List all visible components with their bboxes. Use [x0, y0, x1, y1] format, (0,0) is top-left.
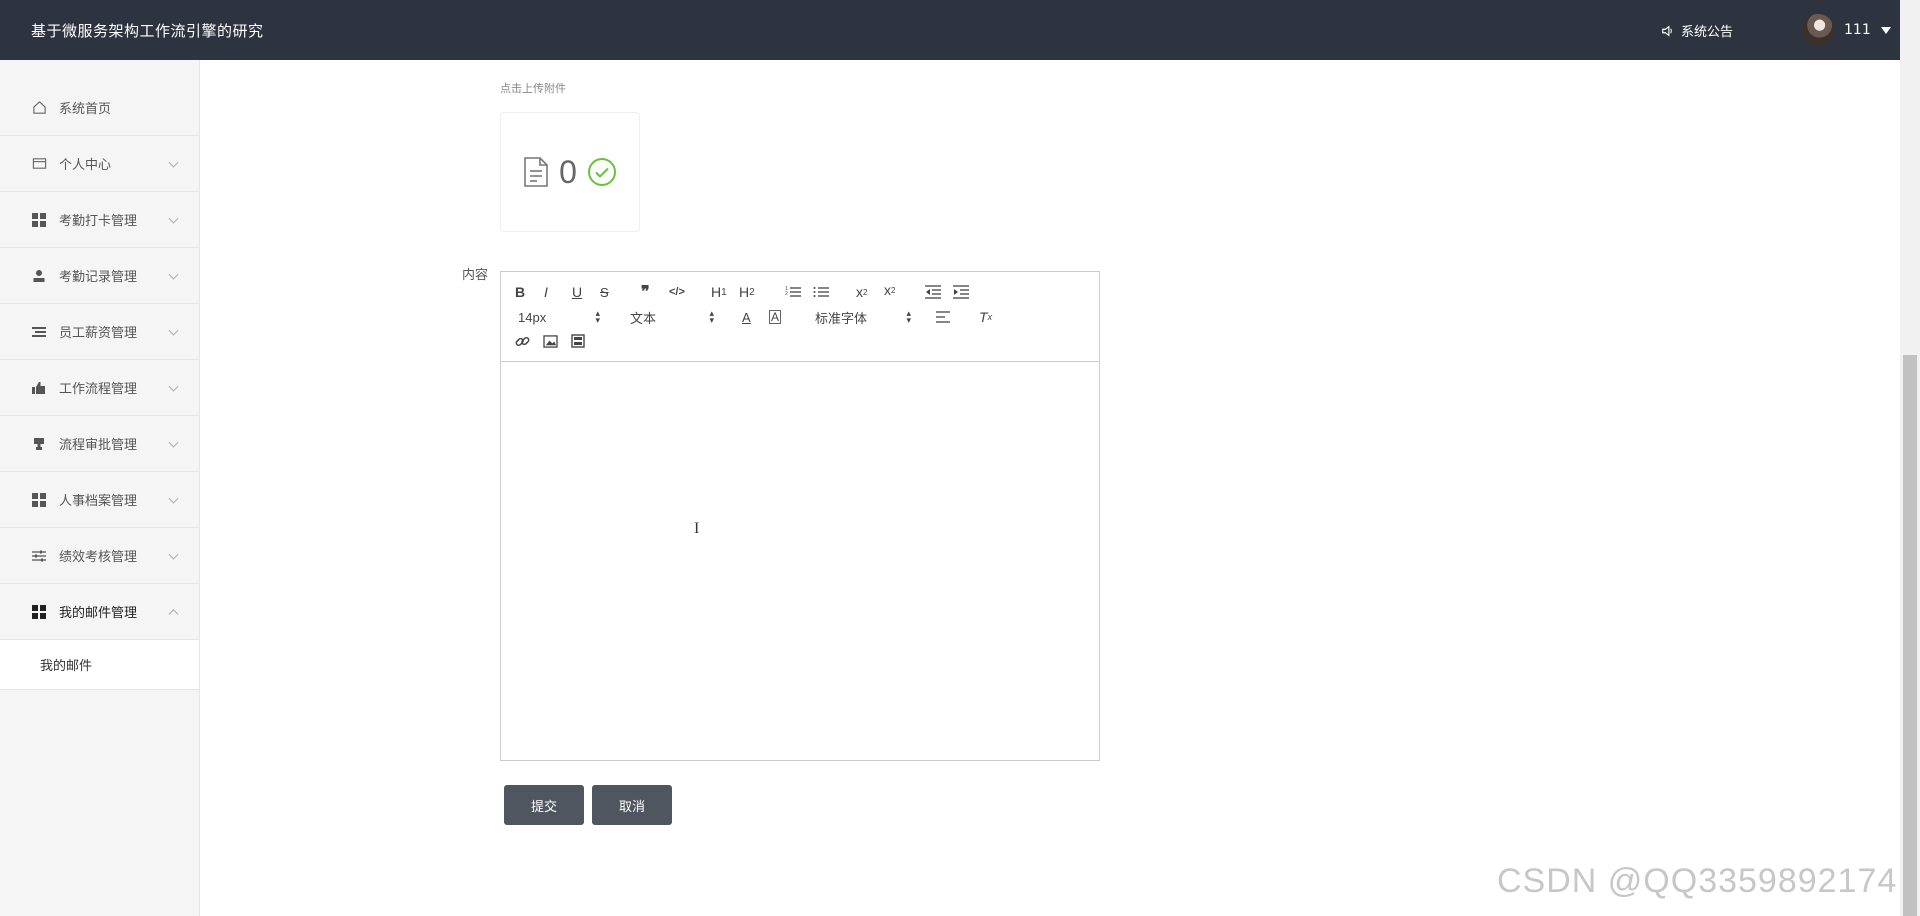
notice-label: 系统公告 [1681, 25, 1734, 40]
bold-icon[interactable]: B [515, 282, 525, 302]
submit-button[interactable]: 提交 [504, 785, 584, 825]
scrollbar[interactable] [1900, 0, 1920, 916]
sidebar-item-label: 个人中心 [59, 158, 112, 173]
chevron-down-icon [168, 157, 179, 168]
underline-icon[interactable]: U [572, 282, 582, 302]
sidebar-item-label: 人事档案管理 [59, 494, 138, 509]
username: 111 [1844, 22, 1871, 38]
editor-toolbar: B I U S ❞ </> H1 H2 12 x2 x2 14px ▴ ▾ 文本 ▴ ▾… [501, 272, 1099, 362]
sidebar-item-label: 流程审批管理 [59, 438, 138, 453]
indent-icon[interactable] [953, 282, 969, 302]
sidebar-item-attendance-checkin[interactable]: 考勤打卡管理 [0, 192, 199, 248]
text-type-value: 文本 [630, 310, 657, 326]
cancel-button[interactable]: 取消 [592, 785, 672, 825]
content-label: 内容 [462, 268, 489, 283]
align-left-icon[interactable] [936, 307, 952, 327]
sidebar-item-salary[interactable]: 员工薪资管理 [0, 304, 199, 360]
sidebar-item-label: 我的邮件管理 [59, 606, 138, 621]
link-icon[interactable] [515, 331, 530, 351]
chevron-down-icon [168, 381, 179, 392]
user-menu[interactable]: 111 [1802, 14, 1891, 46]
subscript-icon[interactable]: x2 [856, 282, 867, 302]
sidebar-item-personal-center[interactable]: 个人中心 [0, 136, 199, 192]
select-arrows-icon: ▴ ▾ [709, 308, 714, 325]
scrollbar-thumb[interactable] [1903, 355, 1917, 916]
sidebar-item-label: 员工薪资管理 [59, 326, 138, 341]
grid-icon [31, 212, 47, 228]
sidebar-item-performance[interactable]: 绩效考核管理 [0, 528, 199, 584]
chevron-up-icon [168, 608, 179, 619]
clear-format-icon[interactable]: Tx [979, 307, 992, 327]
background-color-icon[interactable]: A [769, 310, 782, 324]
sidebar-item-hr-records[interactable]: 人事档案管理 [0, 472, 199, 528]
chevron-down-icon [168, 493, 179, 504]
thumb-icon [31, 380, 47, 396]
sliders-icon [31, 548, 47, 564]
svg-text:2: 2 [785, 291, 788, 297]
sidebar: 系统首页 个人中心 考勤打卡管理 考勤记录管理 员工薪资管理 工作流程管理 流程… [0, 60, 200, 916]
select-arrows-icon: ▴ ▾ [595, 308, 600, 325]
code-block-icon[interactable]: </> [669, 282, 685, 302]
chevron-down-icon [168, 269, 179, 280]
sidebar-item-label: 考勤打卡管理 [59, 214, 138, 229]
sidebar-item-attendance-records[interactable]: 考勤记录管理 [0, 248, 199, 304]
watermark: CSDN @QQ3359892174 [1497, 862, 1898, 900]
sidebar-item-workflow[interactable]: 工作流程管理 [0, 360, 199, 416]
sidebar-item-label: 考勤记录管理 [59, 270, 138, 285]
stamp-icon [31, 436, 47, 452]
select-arrows-icon: ▴ ▾ [906, 308, 911, 325]
font-family-value: 标准字体 [815, 310, 868, 326]
blockquote-icon[interactable]: ❞ [641, 282, 650, 302]
text-cursor-icon: I [694, 520, 700, 537]
strikethrough-icon[interactable]: S [600, 282, 609, 302]
heading1-icon[interactable]: H1 [711, 282, 727, 302]
superscript-icon[interactable]: x2 [884, 280, 895, 300]
chevron-down-icon [168, 549, 179, 560]
person-icon [31, 268, 47, 284]
sidebar-item-home[interactable]: 系统首页 [0, 60, 199, 136]
font-size-select[interactable]: 14px ▴ ▾ [518, 307, 600, 327]
list-icon [31, 324, 47, 340]
sidebar-item-label: 工作流程管理 [59, 382, 138, 397]
top-header: 基于微服务架构工作流引擎的研究 系统公告 111 [0, 0, 1900, 60]
card-icon [31, 156, 47, 172]
attachment-count: 0 [559, 153, 577, 190]
chevron-down-icon [168, 437, 179, 448]
home-icon [31, 100, 47, 116]
attachment-upload[interactable]: 0 [500, 112, 640, 232]
app-title: 基于微服务架构工作流引擎的研究 [31, 22, 264, 40]
video-icon[interactable] [571, 331, 585, 351]
sidebar-item-my-mail[interactable]: 我的邮件管理 [0, 584, 199, 640]
heading2-icon[interactable]: H2 [739, 282, 755, 302]
grid-icon [31, 492, 47, 508]
chevron-down-icon [168, 325, 179, 336]
caret-down-icon[interactable] [1880, 26, 1891, 34]
outdent-icon[interactable] [925, 282, 941, 302]
upload-tip: 点击上传附件 [500, 82, 566, 95]
image-icon[interactable] [543, 331, 558, 351]
check-circle-icon [587, 158, 616, 186]
italic-icon[interactable]: I [544, 282, 548, 302]
speaker-icon [1662, 24, 1672, 37]
document-icon [524, 157, 548, 187]
editor-content-area[interactable]: I [501, 362, 1099, 760]
sidebar-item-approval[interactable]: 流程审批管理 [0, 416, 199, 472]
sidebar-subitem-my-mail[interactable]: 我的邮件 [0, 640, 199, 690]
text-type-select[interactable]: 文本 ▴ ▾ [630, 307, 714, 327]
avatar[interactable] [1802, 14, 1834, 46]
sidebar-item-label: 系统首页 [59, 102, 112, 117]
rich-text-editor: B I U S ❞ </> H1 H2 12 x2 x2 14px ▴ ▾ 文本 ▴ ▾… [500, 271, 1100, 761]
grid-icon [31, 604, 47, 620]
font-size-value: 14px [518, 309, 547, 325]
font-color-icon[interactable]: A [742, 307, 751, 327]
ordered-list-icon[interactable]: 12 [785, 282, 801, 302]
system-notice-link[interactable]: 系统公告 [1661, 21, 1733, 40]
bullet-list-icon[interactable] [813, 282, 829, 302]
chevron-down-icon [168, 213, 179, 224]
sidebar-item-label: 绩效考核管理 [59, 550, 138, 565]
font-family-select[interactable]: 标准字体 ▴ ▾ [815, 307, 911, 327]
